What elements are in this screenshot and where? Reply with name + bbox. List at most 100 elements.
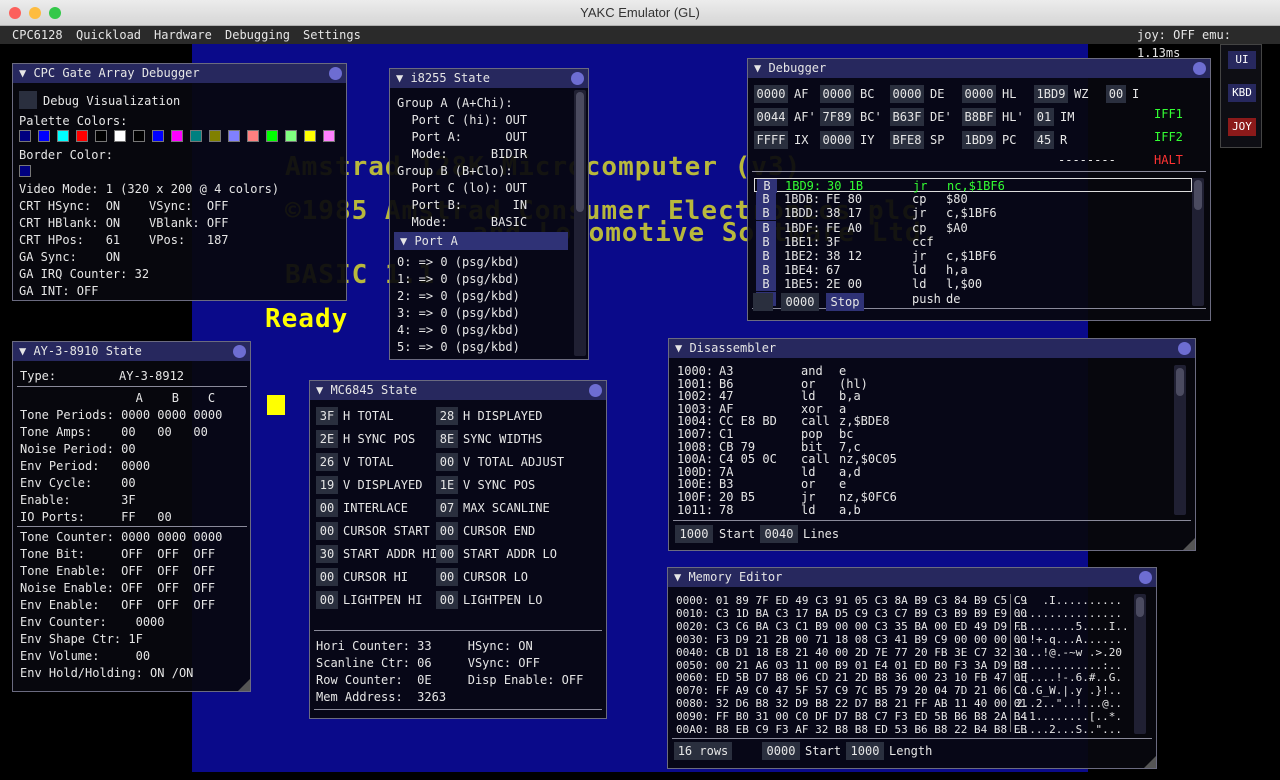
- crtc-register-value[interactable]: 28: [436, 407, 458, 425]
- palette-swatch[interactable]: [171, 130, 183, 142]
- menu-cpc6128[interactable]: CPC6128: [12, 26, 63, 44]
- memory-hex-view[interactable]: 0000: 01 89 7F ED 49 C3 91 05 C3 8A B9 C…: [676, 594, 1136, 734]
- register-value[interactable]: 0000: [820, 85, 854, 103]
- register-value[interactable]: FFFF: [754, 131, 788, 149]
- window-close-icon[interactable]: [1178, 342, 1191, 355]
- resize-grip-icon[interactable]: [1144, 756, 1156, 768]
- crtc-register-value[interactable]: 3F: [316, 407, 338, 425]
- palette-swatch[interactable]: [247, 130, 259, 142]
- debugger-code-line[interactable]: B 1BE4: 67 ld h,a: [754, 263, 1192, 278]
- breakpoint-toggle[interactable]: B: [756, 220, 776, 235]
- menu-debugging[interactable]: Debugging: [225, 26, 290, 44]
- debugger-code-line[interactable]: B 1BDF: FE A0 cp $A0: [754, 220, 1192, 235]
- debug-visualization-checkbox[interactable]: [19, 91, 37, 109]
- debugger-code-line[interactable]: B 1BD9: 30 1B jr nc,$1BF6: [754, 178, 1192, 193]
- stop-button[interactable]: Stop: [826, 293, 864, 311]
- breakpoint-toggle[interactable]: B: [756, 263, 776, 278]
- resize-grip-icon[interactable]: [1183, 538, 1195, 550]
- breakpoint-toggle[interactable]: B: [756, 277, 776, 292]
- register-value[interactable]: 00: [1106, 85, 1126, 103]
- memory-rows-dropdown[interactable]: 16 rows: [674, 742, 732, 760]
- register-value[interactable]: 0000: [820, 131, 854, 149]
- breakpoint-toggle[interactable]: B: [756, 206, 776, 221]
- crtc-register-value[interactable]: 00: [316, 591, 338, 609]
- memory-scrollbar[interactable]: [1134, 594, 1146, 734]
- breakpoint-checkbox[interactable]: [753, 293, 773, 311]
- debugger-code-line[interactable]: B 1BE2: 38 12 jr c,$1BF6: [754, 249, 1192, 263]
- register-value[interactable]: 45: [1034, 131, 1054, 149]
- menu-hardware[interactable]: Hardware: [154, 26, 212, 44]
- i8255-scrollbar[interactable]: [574, 90, 586, 356]
- menu-settings[interactable]: Settings: [303, 26, 361, 44]
- breakpoint-toggle[interactable]: B: [756, 192, 776, 207]
- debugger-titlebar[interactable]: ▼ Debugger: [748, 59, 1210, 78]
- palette-swatch[interactable]: [152, 130, 164, 142]
- menu-quickload[interactable]: Quickload: [76, 26, 141, 44]
- disasm-start-input[interactable]: 1000: [675, 525, 713, 543]
- register-value[interactable]: 01: [1034, 108, 1054, 126]
- palette-swatch[interactable]: [76, 130, 88, 142]
- crtc-register-value[interactable]: 00: [436, 545, 458, 563]
- crtc-register-value[interactable]: 8E: [436, 430, 458, 448]
- crtc-register-value[interactable]: 00: [316, 522, 338, 540]
- zoom-window-button[interactable]: [49, 7, 61, 19]
- breakpoint-toggle[interactable]: B: [757, 179, 777, 193]
- palette-swatch[interactable]: [323, 130, 335, 142]
- palette-swatch[interactable]: [190, 130, 202, 142]
- breakpoint-address-input[interactable]: 0000: [781, 293, 819, 311]
- palette-swatch[interactable]: [209, 130, 221, 142]
- crtc-register-value[interactable]: 00: [436, 453, 458, 471]
- window-close-icon[interactable]: [589, 384, 602, 397]
- window-close-icon[interactable]: [1193, 62, 1206, 75]
- window-close-icon[interactable]: [233, 345, 246, 358]
- palette-swatch[interactable]: [133, 130, 145, 142]
- port-a-header[interactable]: ▼ Port A: [394, 232, 568, 250]
- ui-toggle-button[interactable]: UI: [1228, 51, 1256, 69]
- keyboard-toggle-button[interactable]: KBD: [1228, 84, 1256, 102]
- breakpoint-toggle[interactable]: B: [756, 234, 776, 249]
- gate-array-titlebar[interactable]: ▼ CPC Gate Array Debugger: [13, 64, 346, 83]
- register-value[interactable]: B8BF: [962, 108, 996, 126]
- memory-start-input[interactable]: 0000: [762, 742, 800, 760]
- disassembly-list[interactable]: 1000: A3 and e 1001: B6 or (hl) 1002: 47 ld b,a 1003…: [677, 365, 1167, 515]
- register-value[interactable]: 0000: [754, 85, 788, 103]
- palette-swatch[interactable]: [38, 130, 50, 142]
- disasm-lines-input[interactable]: 0040: [760, 525, 798, 543]
- palette-swatch[interactable]: [266, 130, 278, 142]
- mc6845-titlebar[interactable]: ▼ MC6845 State: [310, 381, 606, 400]
- crtc-register-value[interactable]: 00: [436, 591, 458, 609]
- register-value[interactable]: BFE8: [890, 131, 924, 149]
- crtc-register-value[interactable]: 26: [316, 453, 338, 471]
- debugger-scrollbar[interactable]: [1192, 178, 1204, 306]
- palette-swatch[interactable]: [95, 130, 107, 142]
- palette-swatch[interactable]: [304, 130, 316, 142]
- i8255-titlebar[interactable]: ▼ i8255 State: [390, 69, 588, 88]
- close-window-button[interactable]: [9, 7, 21, 19]
- debugger-code-line[interactable]: B1BE7:D5pushde: [754, 291, 1192, 306]
- register-value[interactable]: 1BD9: [962, 131, 996, 149]
- disassembler-scrollbar[interactable]: [1174, 365, 1186, 515]
- register-value[interactable]: 7F89: [820, 108, 854, 126]
- ay-titlebar[interactable]: ▼ AY-3-8910 State: [13, 342, 250, 361]
- palette-swatch[interactable]: [57, 130, 69, 142]
- memory-editor-titlebar[interactable]: ▼ Memory Editor: [668, 568, 1156, 587]
- crtc-register-value[interactable]: 2E: [316, 430, 338, 448]
- disassembler-titlebar[interactable]: ▼ Disassembler: [669, 339, 1195, 358]
- crtc-register-value[interactable]: 1E: [436, 476, 458, 494]
- register-value[interactable]: 1BD9: [1034, 85, 1068, 103]
- window-close-icon[interactable]: [329, 67, 342, 80]
- crtc-register-value[interactable]: 19: [316, 476, 338, 494]
- debugger-code-line[interactable]: B 1BDD: 38 17 jr c,$1BF6: [754, 206, 1192, 221]
- memory-length-input[interactable]: 1000: [846, 742, 884, 760]
- register-value[interactable]: 0000: [890, 85, 924, 103]
- palette-swatch[interactable]: [228, 130, 240, 142]
- minimize-window-button[interactable]: [29, 7, 41, 19]
- crtc-register-value[interactable]: 00: [316, 499, 338, 517]
- palette-swatch[interactable]: [285, 130, 297, 142]
- debugger-code-view[interactable]: B 1BD9: 30 1B jr nc,$1BF6 B 1BDB: FE 80 cp $80 B 1B…: [754, 178, 1192, 306]
- debugger-code-line[interactable]: B 1BE1: 3F ccf: [754, 234, 1192, 249]
- palette-swatch[interactable]: [19, 130, 31, 142]
- joystick-toggle-button[interactable]: JOY: [1228, 118, 1256, 136]
- register-value[interactable]: 0000: [962, 85, 996, 103]
- breakpoint-toggle[interactable]: B: [756, 249, 776, 263]
